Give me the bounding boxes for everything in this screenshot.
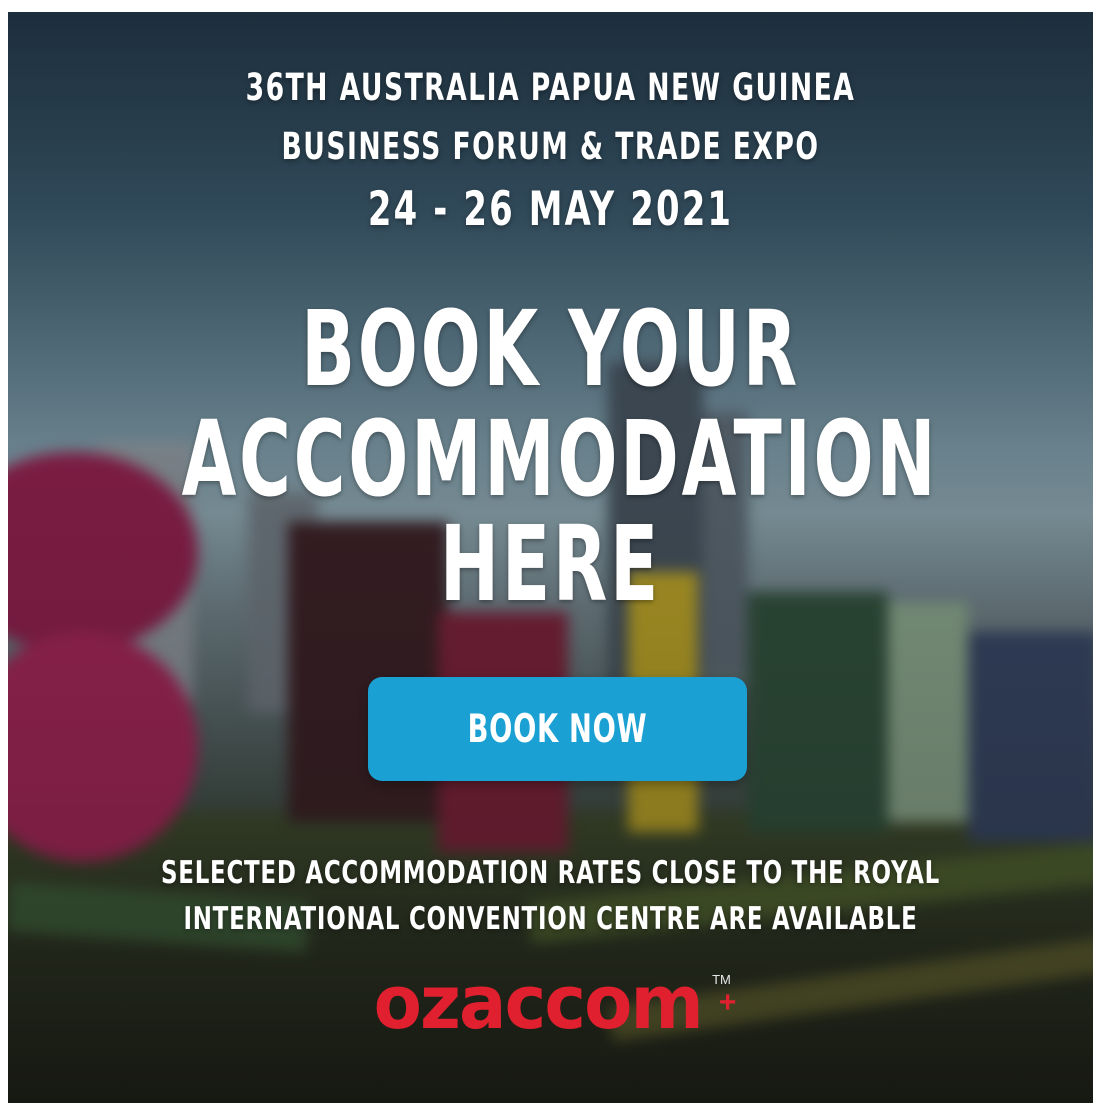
headline-line1: BOOK YOUR	[301, 288, 800, 410]
brand-plus: +	[718, 986, 737, 1019]
promo-banner: 36TH AUSTRALIA PAPUA NEW GUINEA BUSINESS…	[8, 12, 1093, 1103]
brand-name: ozaccom	[373, 960, 703, 1046]
info-text-line2: INTERNATIONAL CONVENTION CENTRE ARE AVAI…	[183, 901, 918, 937]
book-now-button[interactable]: BOOK NOW	[368, 677, 747, 781]
event-date: 24 - 26 MAY 2021	[367, 182, 734, 237]
event-title-line2: BUSINESS FORUM & TRADE EXPO	[281, 125, 820, 168]
info-text-line1: SELECTED ACCOMMODATION RATES CLOSE TO TH…	[161, 855, 940, 891]
headline-line2: ACCOMMODATION	[181, 398, 939, 520]
book-now-label: BOOK NOW	[467, 707, 648, 752]
ozaccom-logo: ozaccom TM+	[8, 960, 1093, 1046]
event-title-line1: 36TH AUSTRALIA PAPUA NEW GUINEA	[245, 66, 856, 109]
headline-line3: HERE	[439, 503, 662, 625]
brand-trademark: TM	[712, 972, 731, 987]
